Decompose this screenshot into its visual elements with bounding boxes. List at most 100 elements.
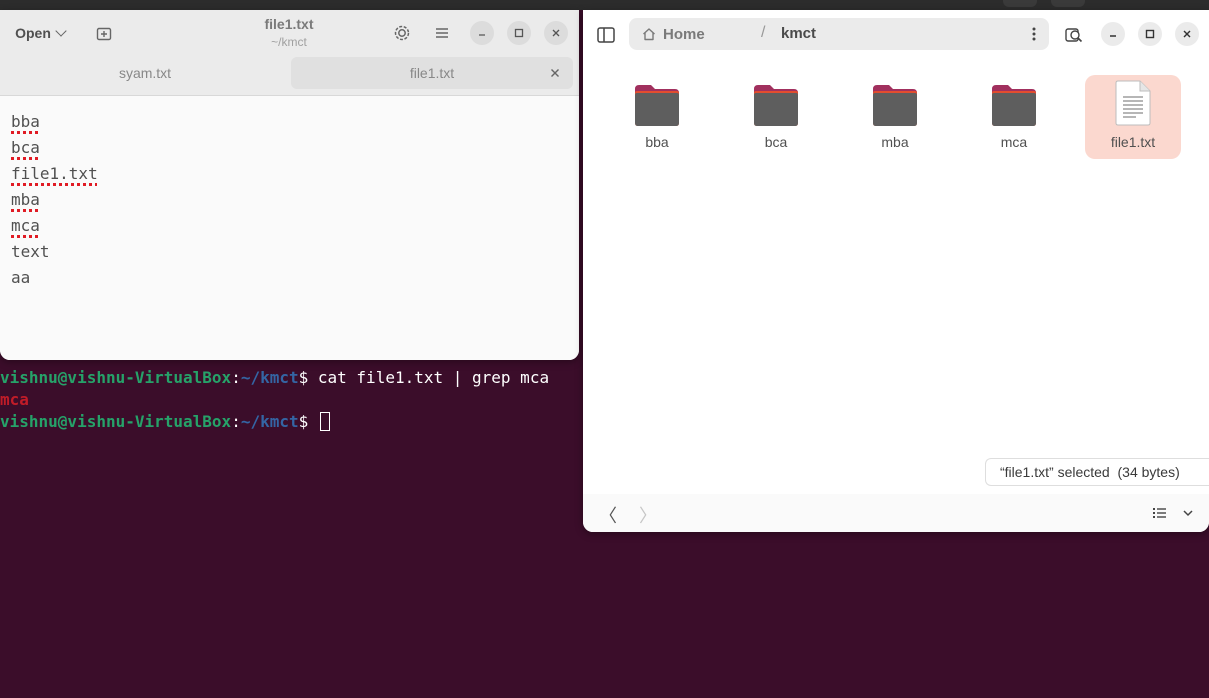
gear-icon (394, 25, 410, 41)
path-current-folder[interactable]: kmct (781, 25, 816, 42)
misspelled-word: mca (11, 216, 40, 235)
minimize-icon (1110, 35, 1116, 37)
maximize-icon (514, 28, 524, 38)
document-title: file1.txt (264, 16, 314, 32)
folder-item-bca[interactable]: bca (728, 75, 824, 159)
path-home-label: Home (663, 25, 705, 43)
editor-line: bba (11, 111, 40, 133)
chevron-down-icon (1183, 510, 1193, 517)
tab-label: syam.txt (118, 65, 172, 81)
toggle-sidebar-button[interactable] (595, 24, 617, 46)
misspelled-word: mba (11, 190, 40, 209)
editor-line: mba (11, 189, 40, 211)
search-button[interactable] (1063, 24, 1085, 46)
tab-file1-txt[interactable]: file1.txt (291, 57, 573, 89)
folder-item-mca[interactable]: mca (966, 75, 1062, 159)
open-button-label: Open (15, 25, 51, 41)
files-headerbar: Home / kmct (583, 10, 1209, 58)
terminal-line: vishnu@vishnu-VirtualBox:~/kmct$ cat fil… (0, 367, 549, 389)
prompt-colon: : (231, 368, 241, 387)
new-tab-icon (96, 27, 112, 41)
path-home-button[interactable]: Home (641, 18, 705, 50)
misspelled-word: bca (11, 138, 40, 157)
terminal-command: cat file1.txt | grep mca (317, 368, 550, 387)
item-label: bba (645, 134, 669, 150)
chevron-down-icon (55, 25, 67, 37)
home-icon (643, 28, 655, 41)
maximize-button[interactable] (1138, 22, 1162, 46)
item-label: file1.txt (1110, 134, 1156, 150)
folder-item-mba[interactable]: mba (847, 75, 943, 159)
editor-line: aa (11, 268, 31, 287)
editor-line: mca (11, 215, 40, 237)
path-separator: / (761, 24, 766, 41)
prompt-path: ~/kmct (240, 368, 299, 387)
folder-item-bba[interactable]: bba (609, 75, 705, 159)
path-bar: Home / kmct (629, 18, 1049, 50)
terminal[interactable]: text vishnu@vishnu-VirtualBox:~/kmct$ ca… (0, 345, 580, 698)
text-file-icon (1115, 80, 1151, 126)
hamburger-icon (436, 28, 448, 38)
tab-label: file1.txt (409, 65, 455, 81)
folder-icon (635, 85, 679, 126)
maximize-icon (1145, 29, 1155, 39)
new-tab-button[interactable] (94, 24, 114, 44)
prompt-symbol: $ (298, 368, 318, 387)
close-icon (552, 29, 560, 37)
open-button[interactable]: Open (6, 20, 74, 46)
file-manager-window: Home / kmct bba bca mba mca file1.txt “f… (583, 10, 1209, 532)
misspelled-word: file1.txt (11, 164, 98, 183)
panel-nub (1003, 0, 1037, 7)
forward-button[interactable]: 〉 (639, 502, 657, 528)
view-toggle-button[interactable] (1151, 506, 1169, 520)
tab-syam-txt[interactable]: syam.txt (4, 57, 286, 89)
prompt-user: vishnu@vishnu-VirtualBox (0, 368, 232, 387)
terminal-cursor (319, 412, 330, 431)
close-button[interactable] (1175, 22, 1199, 46)
path-menu-button[interactable] (1031, 26, 1037, 42)
tab-bar: syam.txt file1.txt (0, 57, 579, 96)
minimize-icon (479, 34, 485, 36)
editor-line: bca (11, 137, 40, 159)
panel-nub (1051, 0, 1085, 7)
close-icon (551, 69, 559, 77)
close-icon (1183, 30, 1191, 38)
text-editor-window: Open file1.txt ~/kmct syam.txt file1.txt… (0, 10, 579, 360)
back-button[interactable]: 〈 (599, 502, 617, 528)
file-item-file1-txt[interactable]: file1.txt (1085, 75, 1181, 159)
prompt-symbol: $ (298, 412, 318, 431)
folder-icon (992, 85, 1036, 126)
text-editor-area[interactable]: bba bca file1.txt mba mca text aa (0, 96, 579, 360)
files-footer: 〈 〉 (583, 494, 1209, 532)
top-panel-strip (0, 0, 1209, 10)
folder-icon (873, 85, 917, 126)
prompt-user: vishnu@vishnu-VirtualBox (0, 412, 232, 431)
selection-status: “file1.txt” selected (34 bytes) (985, 458, 1209, 486)
close-button[interactable] (544, 21, 568, 45)
prompt-path: ~/kmct (240, 412, 299, 431)
editor-headerbar: Open file1.txt ~/kmct (0, 10, 579, 57)
misspelled-word: bba (11, 112, 40, 131)
item-label: bca (764, 134, 788, 150)
kebab-menu-icon (1032, 27, 1036, 41)
maximize-button[interactable] (507, 21, 531, 45)
view-options-button[interactable] (1181, 506, 1195, 520)
item-label: mba (881, 134, 909, 150)
minimize-button[interactable] (1101, 22, 1125, 46)
search-icon (1065, 28, 1083, 43)
list-view-icon (1153, 508, 1166, 518)
sidebar-icon (597, 27, 615, 43)
grep-match: mca (0, 390, 29, 409)
main-menu-button[interactable] (429, 20, 455, 46)
terminal-line: vishnu@vishnu-VirtualBox:~/kmct$ (0, 411, 330, 433)
editor-line: file1.txt (11, 163, 98, 185)
settings-button[interactable] (389, 20, 415, 46)
item-label: mca (1000, 134, 1028, 150)
terminal-output-line: mca (0, 389, 29, 411)
editor-line: text (11, 242, 50, 261)
tab-close-button[interactable] (547, 65, 563, 81)
prompt-colon: : (231, 412, 241, 431)
document-path: ~/kmct (271, 35, 307, 49)
folder-icon (754, 85, 798, 126)
minimize-button[interactable] (470, 21, 494, 45)
